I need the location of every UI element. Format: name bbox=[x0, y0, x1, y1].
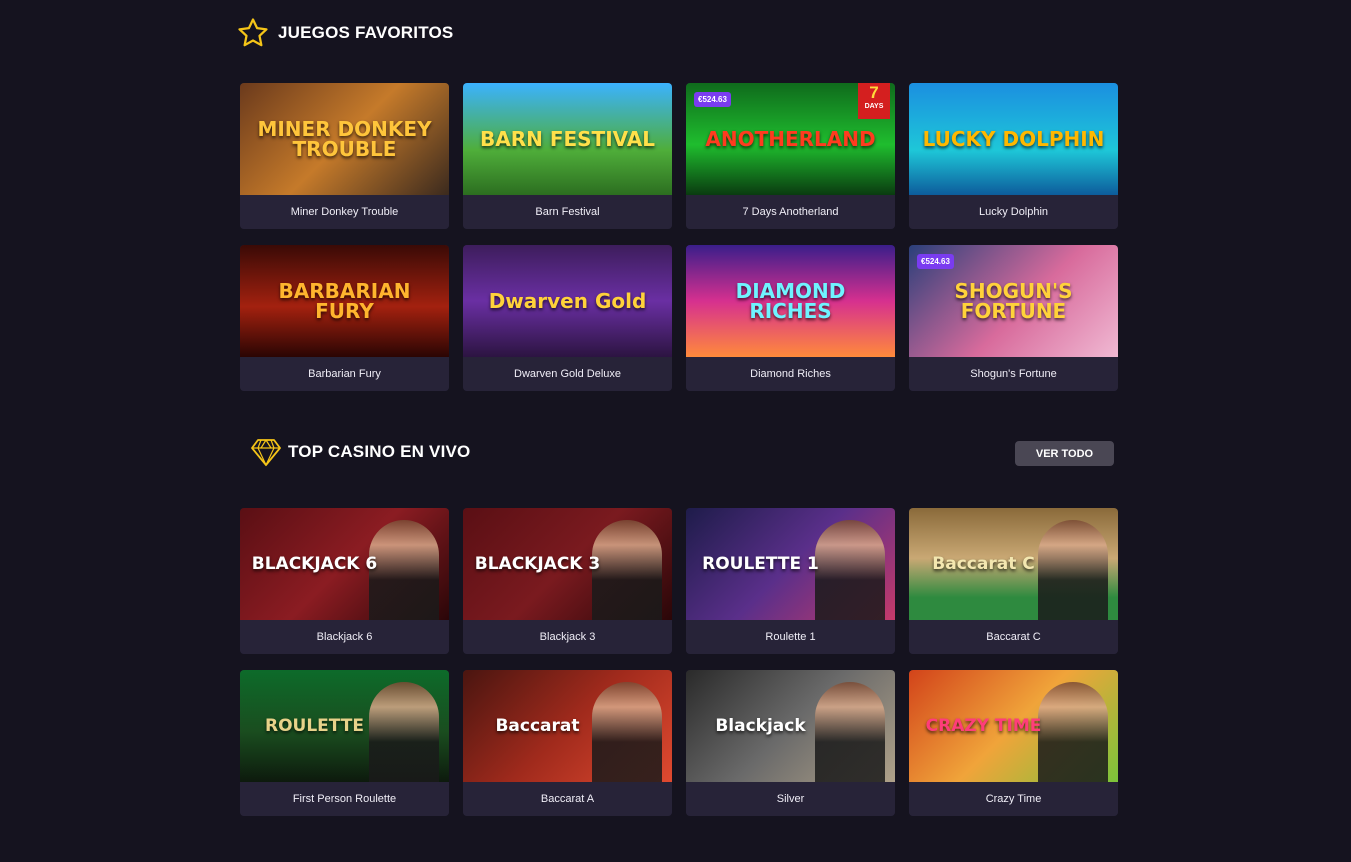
days-label: DAYS bbox=[864, 103, 884, 110]
game-thumbnail[interactable]: Baccarat C bbox=[909, 508, 1118, 620]
game-card[interactable]: BARN FESTIVAL Barn Festival bbox=[463, 83, 672, 229]
game-logo-art: ROULETTE bbox=[265, 715, 364, 736]
game-logo-art: BARBARIAN FURY bbox=[278, 279, 411, 323]
game-thumbnail[interactable]: €524.63 SHOGUN'S FORTUNE bbox=[909, 245, 1118, 357]
dealer-image bbox=[815, 682, 885, 782]
favorites-grid: MINER DONKEY TROUBLE Miner Donkey Trouble… bbox=[240, 83, 1118, 391]
jackpot-badge: €524.63 bbox=[917, 254, 954, 269]
dealer-image bbox=[369, 682, 439, 782]
game-thumbnail[interactable]: BLACKJACK 3 bbox=[463, 508, 672, 620]
live-header: TOP CASINO EN VIVO bbox=[250, 437, 470, 467]
game-card[interactable]: DIAMOND RICHES Diamond Riches bbox=[686, 245, 895, 391]
star-icon bbox=[238, 18, 268, 47]
game-name[interactable]: Roulette 1 bbox=[686, 620, 895, 654]
game-card[interactable]: BARBARIAN FURY Barbarian Fury bbox=[240, 245, 449, 391]
favorites-title: JUEGOS FAVORITOS bbox=[278, 23, 454, 42]
game-name[interactable]: Baccarat A bbox=[463, 782, 672, 816]
jackpot-badge: €524.63 bbox=[694, 92, 731, 107]
days-number: 7 bbox=[869, 83, 879, 102]
game-name[interactable]: Barn Festival bbox=[463, 195, 672, 229]
game-card[interactable]: CRAZY TIME Crazy Time bbox=[909, 670, 1118, 816]
diamond-icon bbox=[251, 439, 281, 467]
favorites-header: JUEGOS FAVORITOS bbox=[236, 16, 453, 50]
game-card[interactable]: Dwarven Gold Dwarven Gold Deluxe bbox=[463, 245, 672, 391]
game-name[interactable]: 7 Days Anotherland bbox=[686, 195, 895, 229]
game-logo-art: ROULETTE 1 bbox=[702, 553, 819, 574]
game-thumbnail[interactable]: BARBARIAN FURY bbox=[240, 245, 449, 357]
game-logo-art: Dwarven Gold bbox=[488, 289, 647, 313]
game-logo-art: LUCKY DOLPHIN bbox=[922, 127, 1105, 151]
game-logo-art: BLACKJACK 6 bbox=[251, 553, 378, 574]
game-name[interactable]: First Person Roulette bbox=[240, 782, 449, 816]
game-card[interactable]: €524.63 7 DAYS ANOTHERLAND 7 Days Anotherlan… bbox=[686, 83, 895, 229]
game-thumbnail[interactable]: €524.63 7 DAYS ANOTHERLAND bbox=[686, 83, 895, 195]
game-logo-art: DIAMOND RICHES bbox=[735, 279, 846, 323]
game-logo-art: Blackjack bbox=[715, 715, 806, 736]
game-thumbnail[interactable]: LUCKY DOLPHIN bbox=[909, 83, 1118, 195]
game-name[interactable]: Baccarat C bbox=[909, 620, 1118, 654]
game-thumbnail[interactable]: CRAZY TIME bbox=[909, 670, 1118, 782]
game-card[interactable]: Baccarat C Baccarat C bbox=[909, 508, 1118, 654]
game-thumbnail[interactable]: DIAMOND RICHES bbox=[686, 245, 895, 357]
game-name[interactable]: Crazy Time bbox=[909, 782, 1118, 816]
game-thumbnail[interactable]: ROULETTE bbox=[240, 670, 449, 782]
game-card[interactable]: €524.63 SHOGUN'S FORTUNE Shogun's Fortune bbox=[909, 245, 1118, 391]
game-name[interactable]: Blackjack 6 bbox=[240, 620, 449, 654]
game-thumbnail[interactable]: MINER DONKEY TROUBLE bbox=[240, 83, 449, 195]
game-card[interactable]: BLACKJACK 6 Blackjack 6 bbox=[240, 508, 449, 654]
game-thumbnail[interactable]: BLACKJACK 6 bbox=[240, 508, 449, 620]
game-logo-art: BARN FESTIVAL bbox=[480, 127, 655, 151]
game-logo-art: SHOGUN'S FORTUNE bbox=[954, 279, 1073, 323]
game-name[interactable]: Silver bbox=[686, 782, 895, 816]
game-name[interactable]: Shogun's Fortune bbox=[909, 357, 1118, 391]
game-card[interactable]: LUCKY DOLPHIN Lucky Dolphin bbox=[909, 83, 1118, 229]
dealer-image bbox=[592, 682, 662, 782]
game-card[interactable]: ROULETTE First Person Roulette bbox=[240, 670, 449, 816]
live-grid: BLACKJACK 6 Blackjack 6 BLACKJACK 3 Blackja… bbox=[240, 508, 1118, 816]
game-thumbnail[interactable]: ROULETTE 1 bbox=[686, 508, 895, 620]
days-ribbon: 7 DAYS bbox=[858, 83, 890, 119]
game-name[interactable]: Dwarven Gold Deluxe bbox=[463, 357, 672, 391]
game-name[interactable]: Barbarian Fury bbox=[240, 357, 449, 391]
game-card[interactable]: MINER DONKEY TROUBLE Miner Donkey Trouble bbox=[240, 83, 449, 229]
game-logo-art: BLACKJACK 3 bbox=[474, 553, 601, 574]
game-thumbnail[interactable]: Blackjack bbox=[686, 670, 895, 782]
game-card[interactable]: ROULETTE 1 Roulette 1 bbox=[686, 508, 895, 654]
game-card[interactable]: Baccarat Baccarat A bbox=[463, 670, 672, 816]
game-logo-art: Baccarat C bbox=[932, 553, 1035, 574]
game-name[interactable]: Diamond Riches bbox=[686, 357, 895, 391]
game-name[interactable]: Blackjack 3 bbox=[463, 620, 672, 654]
view-all-button[interactable]: VER TODO bbox=[1015, 441, 1114, 466]
live-title: TOP CASINO EN VIVO bbox=[288, 442, 471, 461]
game-thumbnail[interactable]: Baccarat bbox=[463, 670, 672, 782]
game-card[interactable]: Blackjack Silver bbox=[686, 670, 895, 816]
game-name[interactable]: Miner Donkey Trouble bbox=[240, 195, 449, 229]
game-logo-art: ANOTHERLAND bbox=[705, 127, 876, 151]
game-logo-art: Baccarat bbox=[495, 715, 580, 736]
game-thumbnail[interactable]: Dwarven Gold bbox=[463, 245, 672, 357]
dealer-image bbox=[1038, 520, 1108, 620]
game-thumbnail[interactable]: BARN FESTIVAL bbox=[463, 83, 672, 195]
game-logo-art: CRAZY TIME bbox=[925, 715, 1042, 736]
game-name[interactable]: Lucky Dolphin bbox=[909, 195, 1118, 229]
game-logo-art: MINER DONKEY TROUBLE bbox=[257, 117, 432, 161]
game-card[interactable]: BLACKJACK 3 Blackjack 3 bbox=[463, 508, 672, 654]
